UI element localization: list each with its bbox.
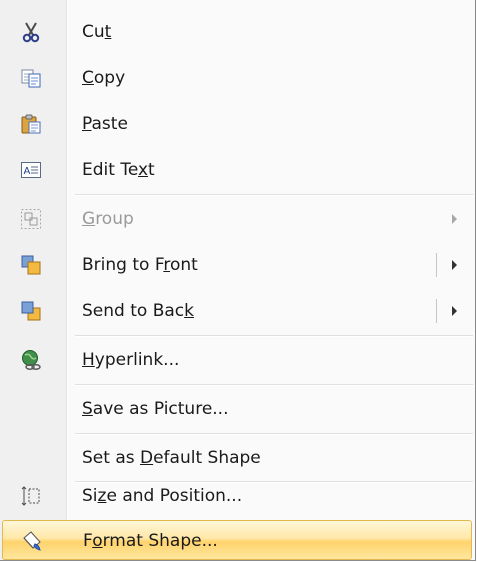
menu-item-set-default-shape[interactable]: Set as Default Shape bbox=[0, 438, 475, 478]
submenu-arrow-icon[interactable] bbox=[452, 306, 457, 316]
menu-item-hyperlink[interactable]: Hyperlink... bbox=[0, 340, 475, 380]
bring-to-front-icon bbox=[21, 255, 41, 275]
menu-item-edit-text[interactable]: A Edit Text bbox=[0, 150, 475, 190]
context-menu: Cut Copy Paste A Edit Text Group Bring t… bbox=[0, 0, 476, 561]
menu-separator bbox=[75, 335, 473, 337]
format-shape-icon bbox=[23, 531, 41, 551]
menu-item-group: Group bbox=[0, 199, 475, 239]
menu-separator bbox=[75, 384, 473, 386]
menu-item-cut[interactable]: Cut bbox=[0, 12, 475, 52]
menu-item-bring-to-front[interactable]: Bring to Front bbox=[0, 245, 475, 285]
size-position-icon bbox=[21, 486, 40, 506]
scissors-icon bbox=[22, 22, 40, 43]
submenu-arrow-icon[interactable] bbox=[452, 260, 457, 270]
menu-item-save-as-picture[interactable]: Save as Picture... bbox=[0, 389, 475, 429]
menu-item-paste[interactable]: Paste bbox=[0, 104, 475, 144]
menu-item-size-and-position[interactable]: Size and Position... bbox=[0, 476, 475, 516]
menu-separator bbox=[75, 194, 473, 196]
menu-item-send-to-back[interactable]: Send to Back bbox=[0, 291, 475, 331]
menu-item-format-shape[interactable]: Format Shape... bbox=[2, 520, 472, 560]
send-to-back-icon bbox=[21, 301, 41, 321]
copy-icon bbox=[21, 69, 41, 88]
hyperlink-icon bbox=[22, 350, 41, 370]
edit-text-icon: A bbox=[21, 162, 41, 178]
menu-item-copy[interactable]: Copy bbox=[0, 58, 475, 98]
svg-text:A: A bbox=[24, 166, 31, 177]
menu-separator bbox=[75, 433, 473, 435]
submenu-arrow-icon bbox=[452, 214, 457, 224]
group-icon bbox=[21, 209, 41, 229]
paste-icon bbox=[21, 114, 41, 134]
